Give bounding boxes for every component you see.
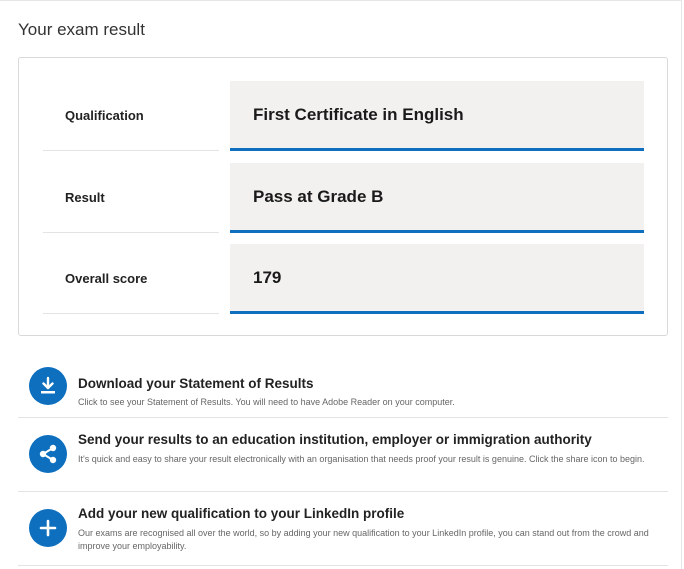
linkedin-description: Our exams are recognised all over the wo… (78, 528, 649, 551)
qualification-row: Qualification First Certificate in Engli… (19, 81, 667, 151)
exam-result-card: Qualification First Certificate in Engli… (18, 57, 668, 336)
qualification-value: First Certificate in English (230, 81, 644, 151)
download-statement-description: Click to see your Statement of Results. … (78, 397, 455, 407)
download-statement-link[interactable]: Download your Statement of Results (78, 376, 314, 391)
share-icon[interactable] (29, 435, 67, 473)
download-statement-action[interactable]: Download your Statement of Results Click… (18, 356, 668, 418)
linkedin-action[interactable]: Add your new qualification to your Linke… (18, 492, 668, 566)
result-label: Result (43, 163, 219, 233)
share-results-link[interactable]: Send your results to an education instit… (78, 432, 592, 447)
overall-score-label: Overall score (43, 244, 219, 314)
qualification-label: Qualification (43, 81, 219, 151)
plus-icon[interactable] (29, 509, 67, 547)
overall-score-value: 179 (230, 244, 644, 314)
share-results-action[interactable]: Send your results to an education instit… (18, 418, 668, 492)
result-value: Pass at Grade B (230, 163, 644, 233)
download-icon[interactable] (29, 367, 67, 405)
page-title: Your exam result (18, 20, 145, 39)
linkedin-link[interactable]: Add your new qualification to your Linke… (78, 506, 404, 521)
share-results-description: It's quick and easy to share your result… (78, 454, 645, 464)
result-row: Result Pass at Grade B (19, 163, 667, 233)
overall-score-row: Overall score 179 (19, 244, 667, 314)
